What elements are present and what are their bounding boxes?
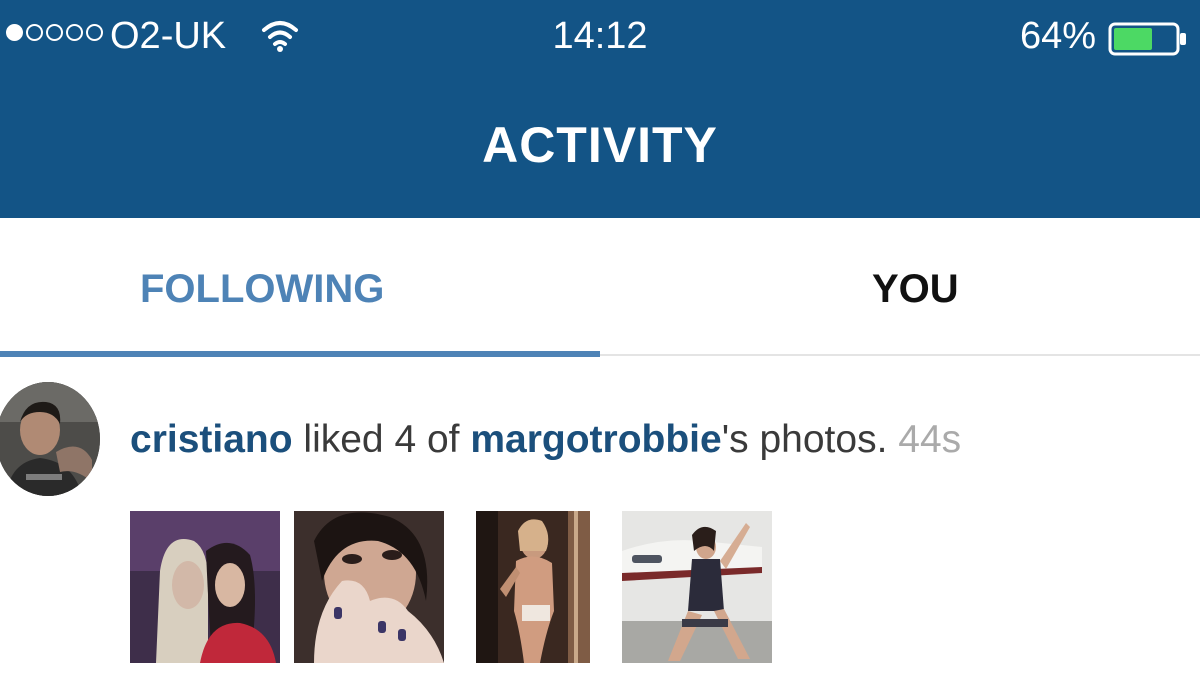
photo-image <box>622 511 772 663</box>
tab-you[interactable]: YOU <box>600 218 1200 360</box>
battery-fill <box>1114 28 1152 50</box>
tab-you-label: YOU <box>872 266 959 311</box>
photo-image <box>476 511 590 663</box>
activity-timestamp: 44s <box>898 418 962 461</box>
liked-photo-thumbnail[interactable] <box>294 511 444 663</box>
actor-username[interactable]: cristiano <box>130 418 293 461</box>
page-title: ACTIVITY <box>482 117 718 173</box>
activity-tabs: FOLLOWING YOU <box>0 218 1200 360</box>
battery-icon <box>1108 22 1186 56</box>
liked-photo-thumbnail[interactable] <box>130 511 280 663</box>
activity-screen: O2-UK 14:12 64% ACTIVITY FOLLOWING YOU c… <box>0 0 1200 675</box>
status-bar: O2-UK 14:12 64% <box>0 0 1200 72</box>
tab-following-label: FOLLOWING <box>140 266 385 311</box>
avatar[interactable] <box>0 382 100 496</box>
header: O2-UK 14:12 64% ACTIVITY <box>0 0 1200 218</box>
target-username[interactable]: margotrobbie <box>470 418 721 461</box>
battery-percent: 64% <box>1019 15 1096 57</box>
activity-action-text: liked 4 of <box>292 418 471 461</box>
liked-photo-thumbnail[interactable] <box>476 511 590 663</box>
activity-suffix-text: 's photos. <box>721 418 888 461</box>
tabs-divider <box>600 354 1200 356</box>
photo-image <box>130 511 280 663</box>
avatar-image <box>0 382 100 496</box>
activity-description: cristiano liked 4 of margotrobbie's phot… <box>130 416 961 464</box>
tab-following[interactable]: FOLLOWING <box>0 218 600 360</box>
liked-photo-thumbnail[interactable] <box>622 511 772 663</box>
photo-image <box>294 511 444 663</box>
active-tab-indicator <box>0 351 600 357</box>
activity-item: cristiano liked 4 of margotrobbie's phot… <box>0 360 1200 675</box>
